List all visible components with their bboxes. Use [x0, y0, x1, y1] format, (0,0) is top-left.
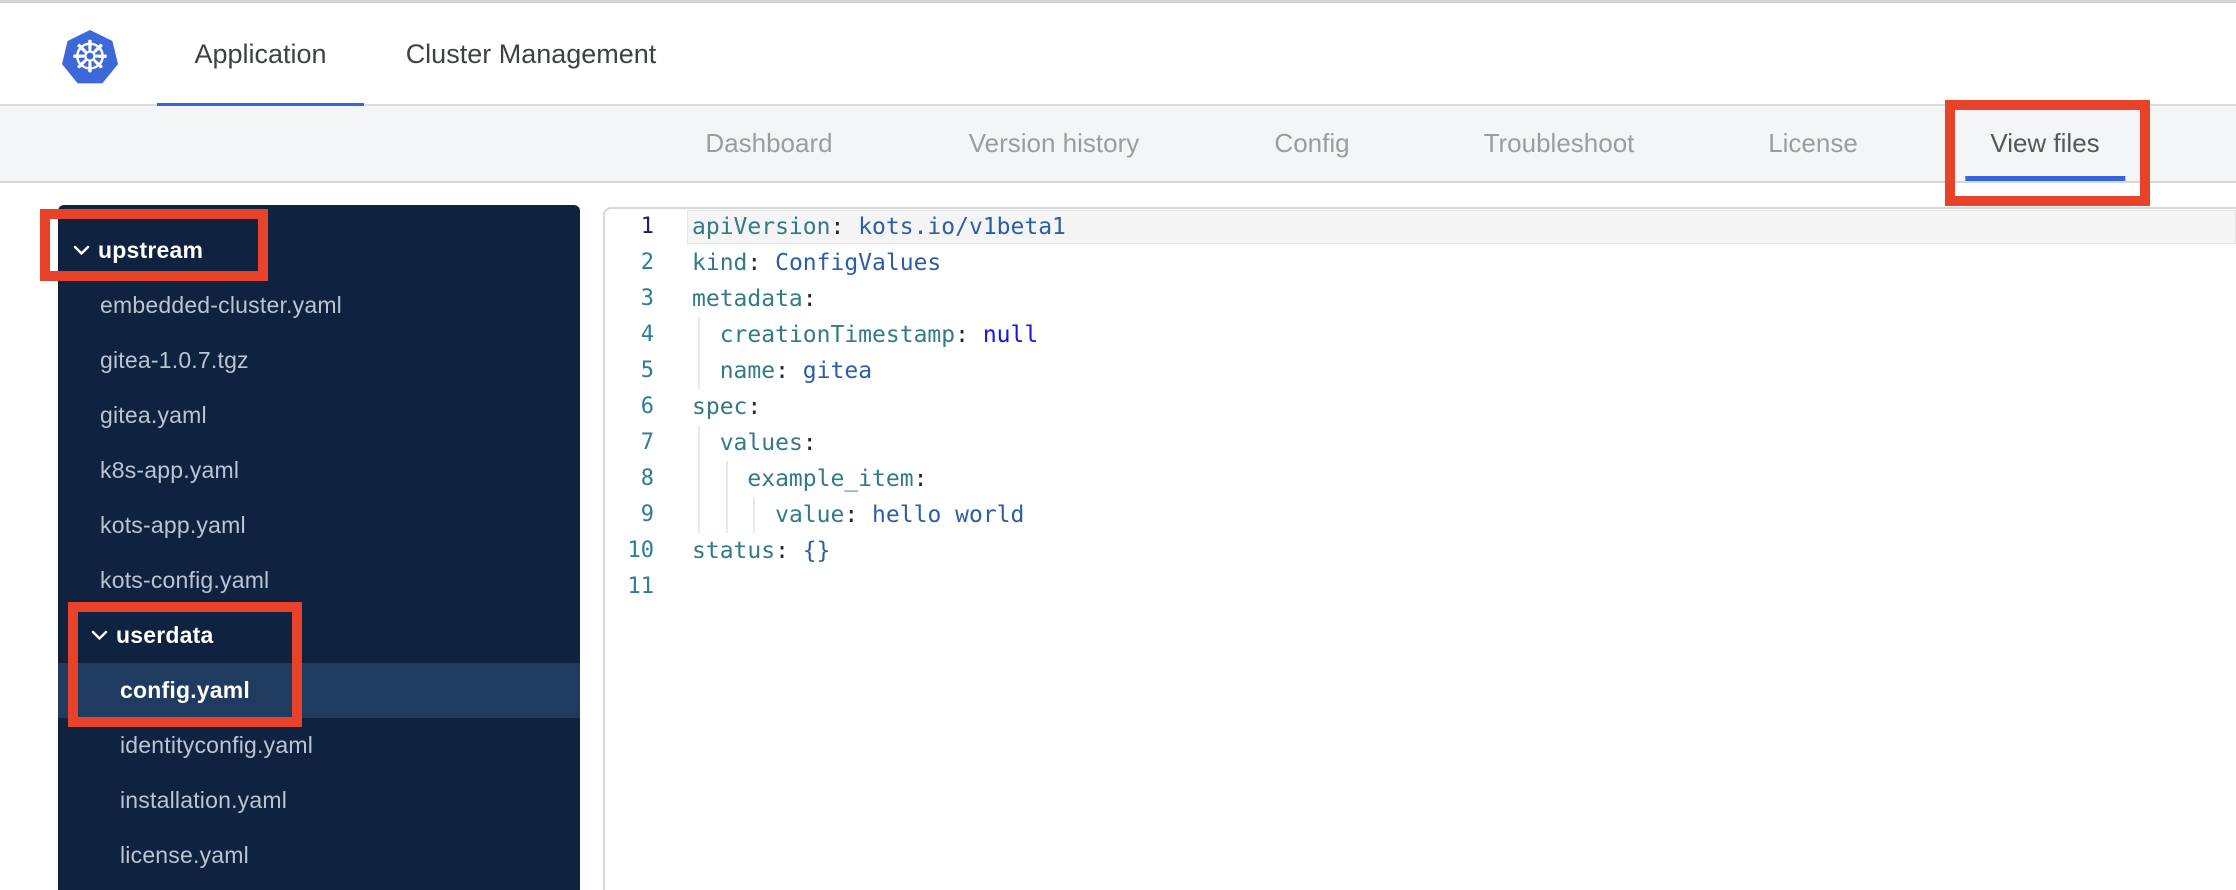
line-number: 2	[640, 250, 654, 275]
tree-item-label: embedded-cluster.yaml	[100, 292, 342, 318]
file-item-license-yaml[interactable]: license.yaml	[58, 828, 580, 883]
file-item-embedded-cluster-yaml[interactable]: embedded-cluster.yaml	[58, 278, 580, 333]
tree-item-label: identityconfig.yaml	[120, 732, 313, 758]
code-line-1: 1 apiVersion: kots.io/v1beta1	[605, 209, 2236, 245]
nav-tab-config[interactable]: Config	[1274, 106, 1349, 181]
tree-item-label: gitea.yaml	[100, 402, 207, 428]
line-content: creationTimestamp: null	[668, 317, 2236, 353]
tree-item-label: userdata	[116, 622, 214, 648]
code-line-3: 3 metadata:	[605, 281, 2236, 317]
tree-item-label: gitea-1.0.7.tgz	[100, 347, 249, 373]
file-item-gitea-yaml[interactable]: gitea.yaml	[58, 388, 580, 443]
code-line-5: 5 name: gitea	[605, 353, 2236, 389]
file-item-identityconfig-yaml[interactable]: identityconfig.yaml	[58, 718, 580, 773]
tree-item-label: kots-app.yaml	[100, 512, 246, 538]
code-line-8: 8 example_item:	[605, 461, 2236, 497]
file-item-kots-app-yaml[interactable]: kots-app.yaml	[58, 498, 580, 553]
primary-tab-application[interactable]: Application	[157, 3, 364, 109]
top-header: ☸ Application Cluster Management	[0, 0, 2236, 109]
line-number: 8	[640, 466, 654, 491]
code-line-11: 11	[605, 569, 2236, 605]
line-number: 4	[640, 322, 654, 347]
chevron-down-icon[interactable]	[73, 245, 90, 256]
line-number: 7	[640, 430, 654, 455]
file-item-gitea-1-0-7-tgz[interactable]: gitea-1.0.7.tgz	[58, 333, 580, 388]
code-line-10: 10 status: {}	[605, 533, 2236, 569]
tree-item-label: k8s-app.yaml	[100, 457, 240, 483]
line-content: apiVersion: kots.io/v1beta1	[692, 214, 1066, 240]
nav-tab-dashboard[interactable]: Dashboard	[705, 106, 832, 181]
tree-item-label: license.yaml	[120, 842, 249, 868]
code-line-9: 9 value: hello world	[605, 497, 2236, 533]
code-line-2: 2 kind: ConfigValues	[605, 245, 2236, 281]
folder-item-userdata[interactable]: userdata	[58, 608, 580, 663]
code-line-7: 7 values:	[605, 425, 2236, 461]
line-content: name: gitea	[668, 353, 2236, 389]
line-content: example_item:	[668, 461, 2236, 497]
line-content: values:	[668, 425, 2236, 461]
indent-guide	[725, 461, 728, 497]
primary-tab-cluster-management[interactable]: Cluster Management	[396, 3, 666, 106]
line-content: kind: ConfigValues	[692, 250, 942, 276]
yaml-file-viewer[interactable]: 1 apiVersion: kots.io/v1beta1 2 kind: Confi…	[603, 207, 2236, 890]
file-item-config-yaml[interactable]: config.yaml	[58, 663, 580, 718]
code-lines: 1 apiVersion: kots.io/v1beta1 2 kind: Confi…	[605, 209, 2236, 605]
line-content: metadata:	[692, 286, 817, 312]
kubernetes-logo-icon: ☸	[62, 30, 118, 84]
nav-tab-view-files[interactable]: View files	[1990, 106, 2099, 181]
file-item-kots-config-yaml[interactable]: kots-config.yaml	[58, 553, 580, 608]
indent-guide	[698, 425, 700, 461]
line-number: 5	[640, 358, 654, 383]
line-content: value: hello world	[668, 497, 2236, 533]
code-line-4: 4 creationTimestamp: null	[605, 317, 2236, 353]
ship-wheel-icon: ☸	[70, 32, 110, 82]
line-number: 1	[640, 214, 654, 239]
line-content: spec:	[692, 394, 762, 420]
indent-guide	[698, 317, 700, 353]
tree-item-label: config.yaml	[120, 677, 251, 703]
indent-guide	[725, 497, 728, 533]
line-number: 10	[627, 538, 655, 563]
file-tree-sidebar[interactable]: upstream embedded-cluster.yaml gitea-1.0.7…	[58, 205, 580, 890]
indent-guide	[698, 461, 700, 497]
line-number: 6	[640, 394, 654, 419]
indent-guide	[753, 497, 756, 533]
nav-tab-troubleshoot[interactable]: Troubleshoot	[1484, 106, 1635, 181]
code-line-6: 6 spec:	[605, 389, 2236, 425]
line-content	[668, 569, 2236, 605]
line-content: status: {}	[692, 538, 831, 564]
folder-item-upstream[interactable]: upstream	[58, 223, 580, 278]
file-item-installation-yaml[interactable]: installation.yaml	[58, 773, 580, 828]
tree-item-label: installation.yaml	[120, 787, 288, 813]
chevron-down-icon[interactable]	[91, 630, 108, 641]
line-number: 9	[640, 502, 654, 527]
nav-tab-license[interactable]: License	[1768, 106, 1858, 181]
indent-guide	[698, 353, 700, 389]
nav-tab-version-history[interactable]: Version history	[969, 106, 1140, 181]
tree-item-label: kots-config.yaml	[100, 567, 270, 593]
line-number: 3	[640, 286, 654, 311]
tree-item-label: upstream	[98, 237, 204, 263]
app-nav-tabs: Dashboard Version history Config Troublesho…	[0, 106, 2236, 183]
indent-guide	[698, 497, 700, 533]
line-number: 11	[627, 574, 655, 599]
file-item-k8s-app-yaml[interactable]: k8s-app.yaml	[58, 443, 580, 498]
